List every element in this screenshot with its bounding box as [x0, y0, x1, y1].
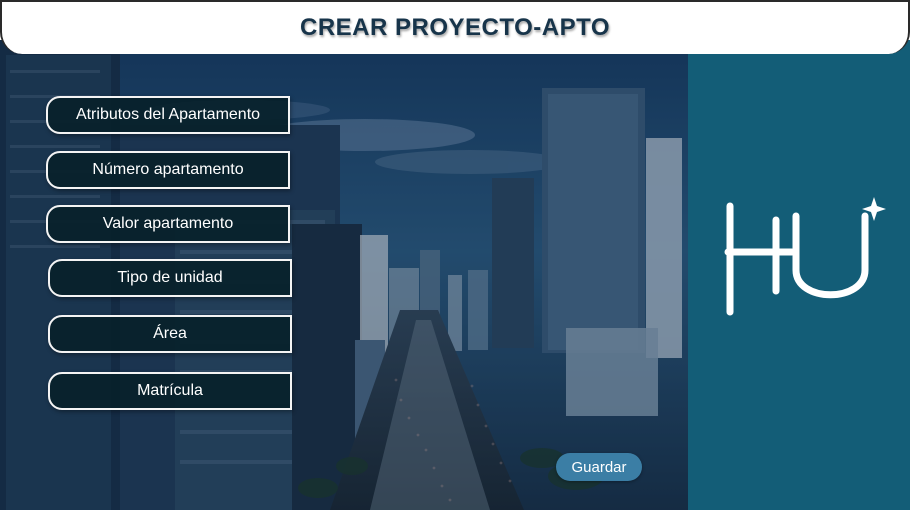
menu-item-registration[interactable]: Matrícula: [48, 372, 292, 410]
menu-item-apartment-value[interactable]: Valor apartamento: [46, 205, 290, 243]
menu-item-label: Área: [153, 325, 187, 342]
menu-item-label: Valor apartamento: [102, 215, 234, 232]
menu-item-unit-type[interactable]: Tipo de unidad: [48, 259, 292, 297]
save-button[interactable]: Guardar: [556, 453, 642, 481]
menu-item-label: Número apartamento: [92, 161, 244, 178]
menu-item-label: Tipo de unidad: [117, 269, 223, 286]
menu-item-label: Atributos del Apartamento: [75, 106, 261, 123]
header-bar: CREAR PROYECTO-APTO: [0, 0, 910, 54]
app-frame: CREAR PROYECTO-APTO Atributos del Aparta…: [0, 0, 910, 510]
menu-item-area[interactable]: Área: [48, 315, 292, 353]
menu-item-label: Matrícula: [137, 382, 203, 399]
menu-item-apartment-number[interactable]: Número apartamento: [46, 151, 290, 189]
page-title: CREAR PROYECTO-APTO: [300, 14, 610, 41]
menu-item-apartment-attributes[interactable]: Atributos del Apartamento: [46, 96, 290, 134]
hu-logo-icon: [724, 197, 886, 316]
